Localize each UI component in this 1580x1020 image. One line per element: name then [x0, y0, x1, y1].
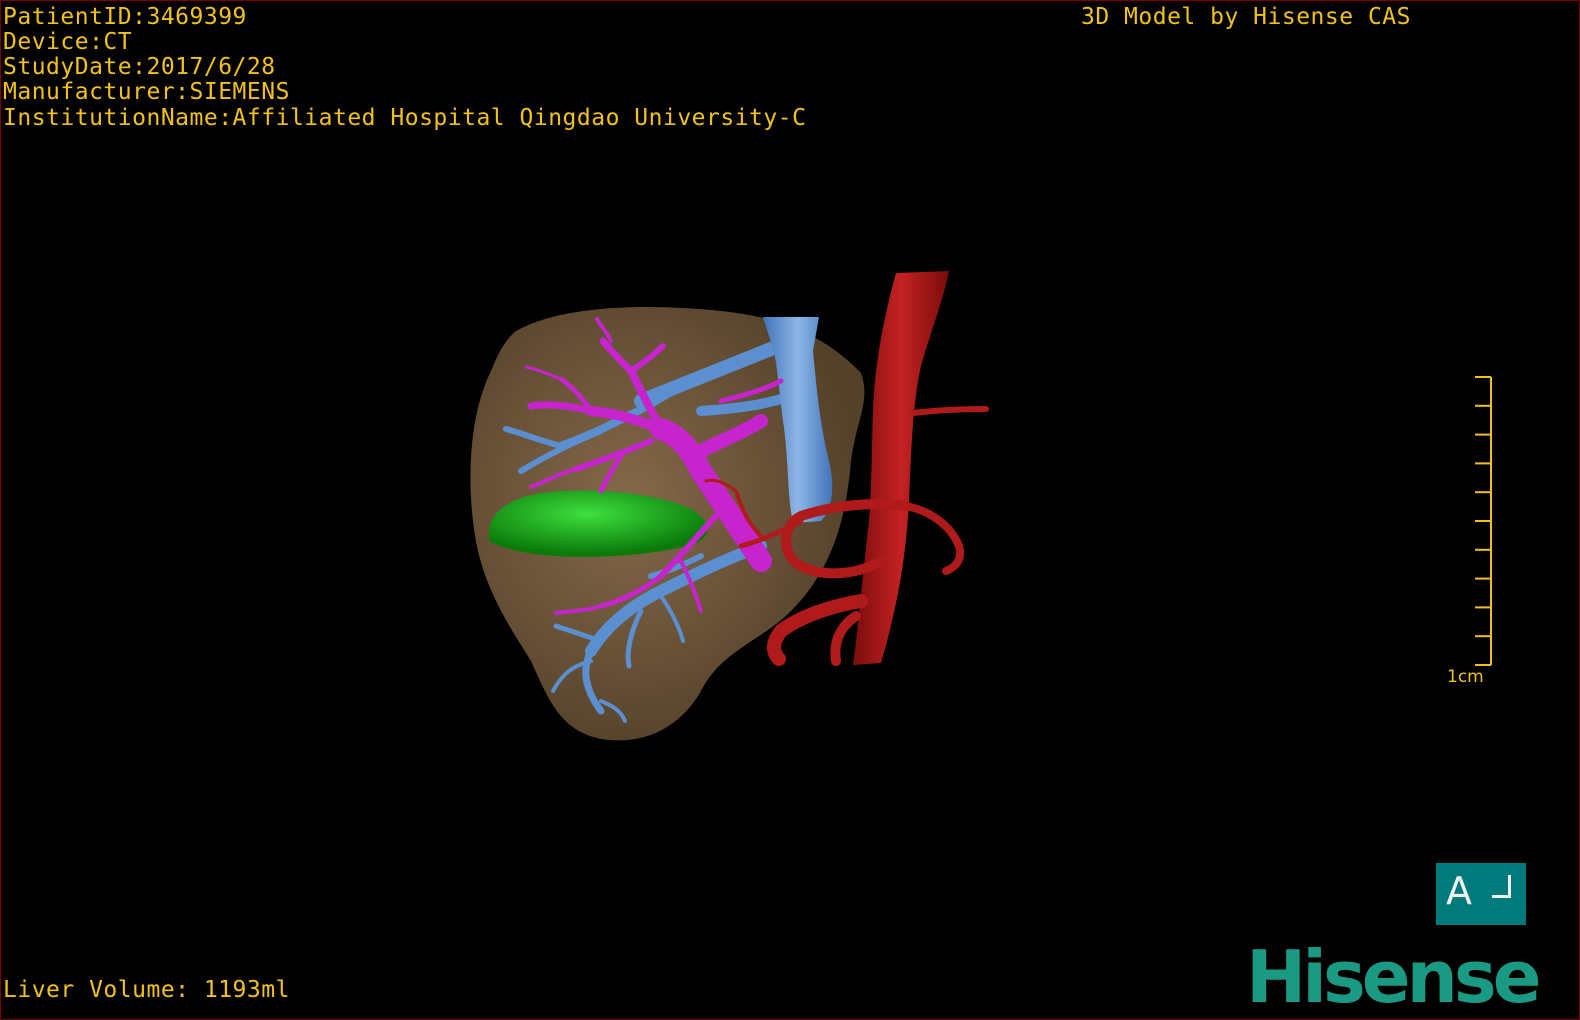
liver-3d-model[interactable]	[1, 1, 1579, 1019]
orientation-cube[interactable]: A	[1436, 863, 1526, 925]
hisense-logo: Hisense	[1246, 935, 1542, 1019]
orientation-marker-icon	[1492, 875, 1511, 898]
3d-viewport[interactable]: PatientID:3469399 Device:CT StudyDate:20…	[0, 0, 1580, 1020]
aorta	[853, 271, 949, 665]
scale-bar	[1475, 376, 1492, 666]
scale-bar-label: 1cm	[1447, 667, 1484, 687]
orientation-label: A	[1446, 869, 1472, 913]
